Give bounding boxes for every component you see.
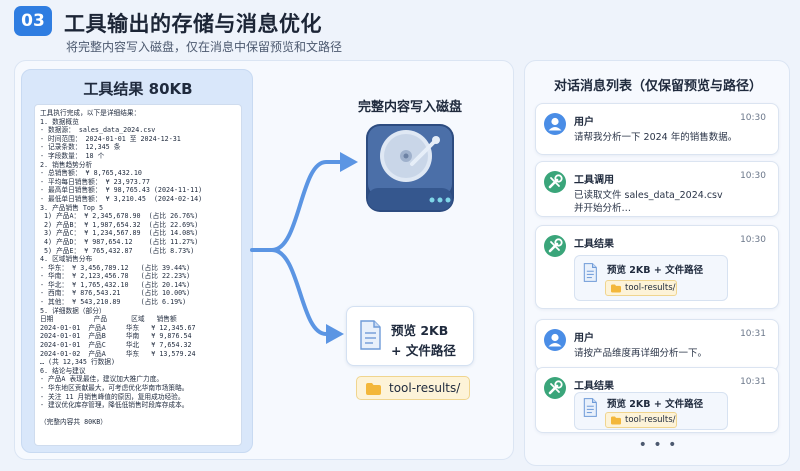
- tool-result-line: - 记录条数： 12,345 条: [40, 143, 121, 152]
- tool-result-line: 2024-01-01 产品C 华北 ¥ 7,654.32: [40, 341, 192, 350]
- tool-result-line: - 西南： ¥ 876,543.21 (占比 10.00%): [40, 289, 191, 298]
- message-time: 10:30: [740, 171, 766, 181]
- message-list-panel: 对话消息列表（仅保留预览与路径） 用户 10:30 请帮我分析一下 2024 年…: [524, 60, 790, 466]
- message-text: 请帮我分析一下 2024 年的销售数据。: [574, 132, 738, 143]
- tool-result-line: - 华南： ¥ 2,123,456.78 (占比 22.23%): [40, 272, 191, 281]
- tool-result-line: 1) 产品A： ¥ 2,345,678.90 (占比 26.76%): [40, 212, 199, 221]
- tool-result-line: - 数据源： sales_data_2024.csv: [40, 126, 156, 135]
- message-time: 10:31: [740, 377, 766, 387]
- tool-result-footer: （完整内容共 80KB）: [40, 417, 107, 426]
- message-time: 10:31: [740, 329, 766, 339]
- page-title: 工具输出的存储与消息优化: [64, 12, 322, 36]
- tool-result-line: 2024-01-01 产品B 华南 ¥ 9,876.54: [40, 332, 192, 341]
- tool-result-line: 工具执行完成，以下是详细结果：: [40, 109, 141, 117]
- message-preview-label: 预览 2KB + 文件路径: [607, 265, 704, 276]
- tool-result-line: 3. 产品销售 Top 5: [40, 203, 103, 212]
- tool-result-line: 日期 产品 区域 销售额: [40, 315, 177, 324]
- message-text: 请按产品维度再详细分析一下。: [574, 348, 708, 359]
- tool-result-line: 5) 产品E： ¥ 765,432.87 (占比 8.73%): [40, 246, 195, 255]
- document-icon: [583, 263, 597, 282]
- message-text: 已读取文件 sales_data_2024.csv 并开始分析…: [574, 189, 723, 215]
- tool-result-document: 工具执行完成，以下是详细结果： 1. 数据概览 - 数据源： sales_data_…: [34, 104, 242, 446]
- message-preview-card[interactable]: 预览 2KB + 文件路径 tool-results/: [574, 255, 728, 301]
- tool-result-line: 4) 产品D： ¥ 987,654.12 (占比 11.27%): [40, 237, 199, 246]
- user-avatar-icon: [544, 329, 566, 351]
- tool-result-line: - 关注 11 月销售峰值的原因，复用成功经验。: [40, 392, 185, 401]
- tool-result-line: - 最高单日销售额： ¥ 98,765.43 (2024-11-11): [40, 186, 203, 195]
- tool-result-lines: 工具执行完成，以下是详细结果： 1. 数据概览 - 数据源： sales_data_…: [40, 109, 236, 410]
- preview-size-label: 预览 2KB: [391, 323, 449, 338]
- message-item-tool-result[interactable]: 工具结果 10:30 预览 2KB + 文件路径 tool-results/: [535, 225, 779, 309]
- hard-disk-icon: [366, 124, 454, 212]
- tool-result-line: 1. 数据概览: [40, 117, 79, 126]
- header: 03 工具输出的存储与消息优化 将完整内容写入磁盘，仅在消息中保留预览和文路径: [14, 6, 794, 58]
- message-item-user[interactable]: 用户 10:30 请帮我分析一下 2024 年的销售数据。: [535, 103, 779, 155]
- folder-icon: [611, 284, 621, 293]
- document-icon: [583, 398, 597, 417]
- file-path-pill: tool-results/: [356, 376, 470, 400]
- message-preview-card[interactable]: 预览 2KB + 文件路径 tool-results/: [574, 392, 728, 430]
- tool-result-line: - 总销售额： ¥ 8,765,432.10: [40, 169, 142, 178]
- tool-result-card: 工具结果 80KB 工具执行完成，以下是详细结果： 1. 数据概览 - 数据源： s…: [21, 69, 253, 453]
- page-subtitle: 将完整内容写入磁盘，仅在消息中保留预览和文路径: [66, 40, 343, 54]
- folder-icon: [366, 383, 381, 395]
- message-path-text: tool-results/: [625, 283, 676, 293]
- message-item-tool-result[interactable]: 工具结果 10:31 预览 2KB + 文件路径 tool-results/: [535, 367, 779, 433]
- message-role: 用户: [574, 333, 594, 344]
- message-path-pill[interactable]: tool-results/: [605, 412, 677, 428]
- file-path-text: tool-results/: [389, 381, 461, 395]
- folder-icon: [611, 416, 621, 425]
- tool-result-line: 2. 销售趋势分析: [40, 160, 93, 169]
- tool-result-line: - 最低单日销售额： ¥ 3,210.45 (2024-02-14): [40, 194, 203, 203]
- message-preview-label: 预览 2KB + 文件路径: [607, 399, 704, 410]
- tool-result-line: - 其他： ¥ 543,210.89 (占比 6.19%): [40, 298, 187, 307]
- message-time: 10:30: [740, 235, 766, 245]
- message-item-user[interactable]: 用户 10:31 请按产品维度再详细分析一下。: [535, 319, 779, 371]
- message-text-line: 已读取文件 sales_data_2024.csv: [574, 190, 723, 201]
- tool-result-line: 3) 产品C： ¥ 1,234,567.89 (占比 14.08%): [40, 229, 199, 238]
- tool-result-line: - 华东地区贡献最大，可考虑优化华南市场策略。: [40, 384, 189, 392]
- wrench-icon: [544, 235, 566, 257]
- tool-result-line: - 字段数量： 18 个: [40, 151, 105, 160]
- message-path-pill[interactable]: tool-results/: [605, 280, 677, 296]
- message-item-tool-call[interactable]: 工具调用 10:30 已读取文件 sales_data_2024.csv 并开始…: [535, 161, 779, 217]
- disk-label: 完整内容写入磁盘: [357, 100, 462, 115]
- document-icon: [360, 320, 381, 350]
- more-messages-indicator: • • •: [638, 437, 678, 453]
- tool-result-line: 2024-01-02 产品A 华东 ¥ 13,579.24: [40, 349, 196, 358]
- tool-result-line: - 建议优化库存管理，降低低销售时段库存成本。: [40, 401, 189, 410]
- preview-card: 预览 2KB + 文件路径: [346, 306, 474, 366]
- tool-result-line: … (共 12,345 行数据): [40, 358, 116, 367]
- tool-result-line: 4. 区域销售分布: [40, 255, 93, 264]
- tool-result-title: 工具结果 80KB: [83, 80, 193, 98]
- tool-result-line: - 产品A 表现最佳，建议加大推广力度。: [40, 375, 164, 384]
- message-role: 工具结果: [574, 381, 614, 392]
- message-time: 10:30: [740, 113, 766, 123]
- step-badge: 03: [14, 6, 52, 36]
- message-list-title: 对话消息列表（仅保留预览与路径）: [553, 79, 762, 94]
- message-path-text: tool-results/: [625, 415, 676, 425]
- tool-result-line: 5. 详细数据（部分）: [40, 306, 106, 315]
- wrench-icon: [544, 171, 566, 193]
- message-role: 工具结果: [574, 239, 614, 250]
- user-avatar-icon: [544, 113, 566, 135]
- message-role: 工具调用: [574, 175, 614, 186]
- message-role: 用户: [574, 117, 594, 128]
- preview-path-label: + 文件路径: [391, 343, 456, 358]
- tool-result-line: - 华东： ¥ 3,456,789.12 (占比 39.44%): [40, 263, 191, 272]
- message-text-line: 并开始分析…: [574, 203, 632, 214]
- wrench-icon: [544, 377, 566, 399]
